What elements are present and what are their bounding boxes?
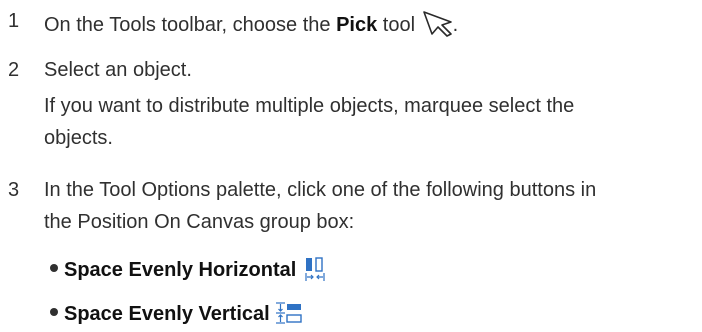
step-1-text-after: tool [377,14,416,36]
step-3-line-1: In the Tool Options palette, click one o… [44,179,597,201]
step-number: 1 [8,10,20,32]
space-evenly-horizontal-icon [302,256,328,288]
step-2-note-line-1: If you want to distribute multiple objec… [44,95,575,117]
step-1-text: On the Tools toolbar, choose the Pick to… [44,9,702,43]
space-evenly-vertical-icon [275,300,303,332]
pick-tool-name: Pick [336,14,378,36]
step-2: 2 Select an object. If you want to distr… [0,58,702,150]
step-1-trailing: . [452,14,459,36]
bullet-dot [50,308,58,316]
step-1: 1 On the Tools toolbar, choose the Pick … [0,9,702,43]
step-number: 2 [8,59,20,81]
step-3: 3 In the Tool Options palette, click one… [0,178,702,234]
pick-tool-arrow-icon [421,9,457,43]
bullet-label: Space Evenly Horizontal [64,259,297,281]
bullet-space-evenly-horizontal: Space Evenly Horizontal [44,256,328,288]
step-1-text-before: On the Tools toolbar, choose the [44,14,337,36]
bullet-dot [50,264,58,272]
bullet-label: Space Evenly Vertical [64,303,270,325]
step-number: 3 [8,179,20,201]
step-3-line-2: the Position On Canvas group box: [44,211,355,233]
step-2-note-line-2: objects. [44,127,113,149]
bullet-space-evenly-vertical: Space Evenly Vertical [44,300,303,332]
step-2-text: Select an object. [44,59,192,81]
